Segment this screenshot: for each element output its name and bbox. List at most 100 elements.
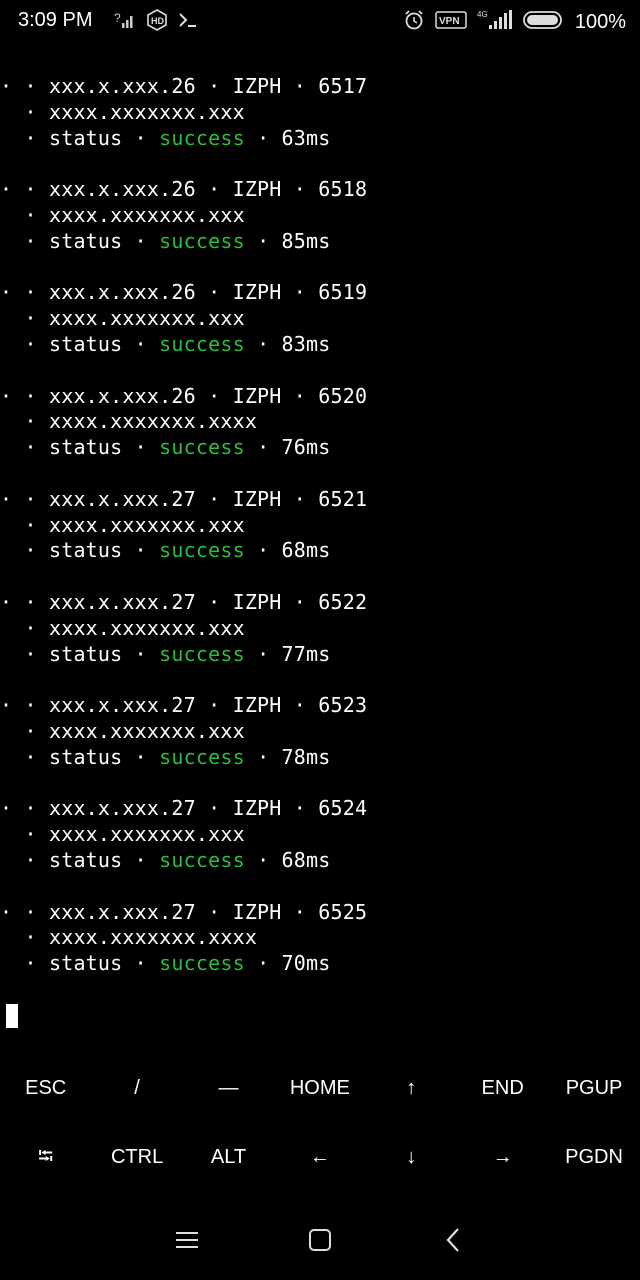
alarm-icon: [403, 9, 425, 36]
log-entry: · · xxx.x.xxx.27 · IZPH · 6521 · xxxx.xx…: [0, 487, 640, 590]
status-time: 3:09 PM: [18, 9, 93, 31]
terminal-cursor: [6, 1004, 18, 1028]
log-line-host: · · xxx.x.xxx.27 · IZPH · 6524: [0, 796, 368, 821]
terminal-output[interactable]: · · xxx.x.xxx.26 · IZPH · 6517 · xxxx.xx…: [0, 74, 640, 1003]
extra-key[interactable]: CTRL: [91, 1127, 182, 1187]
extra-key[interactable]: ⭾: [0, 1127, 91, 1187]
status-latency: · 78ms: [244, 744, 331, 769]
status-latency: · 83ms: [244, 331, 331, 356]
home-square-icon: [309, 1229, 331, 1251]
extra-key[interactable]: ←: [274, 1127, 365, 1187]
log-line-status: · status · success · 83ms: [0, 332, 640, 358]
log-entry: · · xxx.x.xxx.27 · IZPH · 6522 · xxxx.xx…: [0, 590, 640, 693]
status-value: success: [159, 228, 245, 253]
log-line-status: · status · success · 76ms: [0, 435, 640, 461]
svg-text:HD: HD: [151, 16, 164, 26]
extra-key[interactable]: END: [457, 1058, 548, 1118]
status-prefix: · status ·: [0, 331, 160, 356]
extra-keys-row-1: ESC / — HOME ↑ END PGUP: [0, 1058, 640, 1118]
extra-key[interactable]: PGDN: [548, 1127, 639, 1187]
navigation-bar: [0, 1200, 640, 1280]
vpn-icon: VPN: [435, 11, 467, 34]
log-line-status: · status · success · 78ms: [0, 745, 640, 771]
extra-key[interactable]: PGUP: [548, 1058, 639, 1118]
extra-key[interactable]: ESC: [0, 1058, 91, 1118]
log-line-domain: · xxxx.xxxxxxx.xxx: [0, 202, 245, 227]
status-prefix: · status ·: [0, 538, 160, 563]
battery-percent: 100%: [574, 11, 626, 33]
log-entry: · · xxx.x.xxx.27 · IZPH · 6523 · xxxx.xx…: [0, 693, 640, 796]
log-line-status: · status · success · 85ms: [0, 229, 640, 255]
log-line-host: · · xxx.x.xxx.26 · IZPH · 6520: [0, 383, 368, 408]
log-line-status: · status · success · 68ms: [0, 538, 640, 564]
log-line-status: · status · success · 77ms: [0, 642, 640, 668]
extra-key[interactable]: /: [91, 1058, 182, 1118]
status-value: success: [159, 435, 245, 460]
extra-key[interactable]: ↑: [366, 1058, 457, 1118]
log-line-status: · status · success · 68ms: [0, 848, 640, 874]
recent-apps-button[interactable]: [167, 1220, 207, 1260]
extra-key[interactable]: —: [183, 1058, 274, 1118]
log-line-domain: · xxxx.xxxxxxx.xxx: [0, 306, 245, 331]
extra-key[interactable]: ↓: [366, 1127, 457, 1187]
log-line-domain: · xxxx.xxxxxxx.xxxx: [0, 409, 258, 434]
hd-icon: HD: [146, 9, 168, 36]
extra-key[interactable]: →: [457, 1127, 548, 1187]
svg-text:4G: 4G: [477, 10, 488, 19]
status-value: success: [159, 538, 245, 563]
log-line-status: · status · success · 70ms: [0, 951, 640, 977]
status-prefix: · status ·: [0, 847, 160, 872]
home-button[interactable]: [300, 1220, 340, 1260]
svg-text:VPN: VPN: [439, 16, 460, 27]
status-value: success: [159, 847, 245, 872]
4g-signal-icon: 4G: [477, 9, 513, 36]
status-latency: · 85ms: [244, 228, 331, 253]
log-line-host: · · xxx.x.xxx.27 · IZPH · 6525: [0, 899, 368, 924]
status-prefix: · status ·: [0, 951, 160, 976]
log-line-host: · · xxx.x.xxx.27 · IZPH · 6521: [0, 486, 368, 511]
status-value: success: [159, 951, 245, 976]
status-prefix: · status ·: [0, 641, 160, 666]
terminal-prompt-icon: [178, 11, 198, 34]
log-line-host: · · xxx.x.xxx.26 · IZPH · 6518: [0, 177, 368, 202]
status-latency: · 68ms: [244, 538, 331, 563]
back-button[interactable]: [434, 1220, 474, 1260]
status-value: success: [159, 331, 245, 356]
status-value: success: [159, 125, 245, 150]
log-line-host: · · xxx.x.xxx.26 · IZPH · 6519: [0, 280, 368, 305]
extra-key[interactable]: HOME: [274, 1058, 365, 1118]
log-line-domain: · xxxx.xxxxxxx.xxx: [0, 615, 245, 640]
status-latency: · 63ms: [244, 125, 331, 150]
status-latency: · 76ms: [244, 435, 331, 460]
status-bar: 3:09 PM ? HD VPN 4G 100%: [0, 0, 640, 44]
status-latency: · 68ms: [244, 847, 331, 872]
status-right-icons: VPN 4G 100%: [403, 9, 626, 36]
status-prefix: · status ·: [0, 435, 160, 460]
status-latency: · 77ms: [244, 641, 331, 666]
status-prefix: · status ·: [0, 125, 160, 150]
log-entry: · · xxx.x.xxx.27 · IZPH · 6525 · xxxx.xx…: [0, 900, 640, 1003]
status-prefix: · status ·: [0, 228, 160, 253]
log-line-host: · · xxx.x.xxx.27 · IZPH · 6523: [0, 693, 368, 718]
status-prefix: · status ·: [0, 744, 160, 769]
log-line-domain: · xxxx.xxxxxxx.xxxx: [0, 925, 258, 950]
log-line-domain: · xxxx.xxxxxxx.xxx: [0, 822, 245, 847]
log-entry: · · xxx.x.xxx.26 · IZPH · 6520 · xxxx.xx…: [0, 384, 640, 487]
log-line-status: · status · success · 63ms: [0, 126, 640, 152]
back-icon: [446, 1228, 459, 1252]
status-latency: · 70ms: [244, 951, 331, 976]
status-value: success: [159, 744, 245, 769]
extra-keys-row-2: ⭾ CTRL ALT ← ↓ → PGDN: [0, 1127, 640, 1187]
log-entry: · · xxx.x.xxx.26 · IZPH · 6518 · xxxx.xx…: [0, 177, 640, 280]
extra-key[interactable]: ALT: [183, 1127, 274, 1187]
log-line-domain: · xxxx.xxxxxxx.xxx: [0, 512, 245, 537]
log-line-domain: · xxxx.xxxxxxx.xxx: [0, 99, 245, 124]
log-entry: · · xxx.x.xxx.26 · IZPH · 6519 · xxxx.xx…: [0, 280, 640, 383]
log-line-host: · · xxx.x.xxx.27 · IZPH · 6522: [0, 589, 368, 614]
menu-icon: [176, 1232, 198, 1248]
signal-question-icon: ?: [114, 10, 136, 35]
log-entry: · · xxx.x.xxx.27 · IZPH · 6524 · xxxx.xx…: [0, 796, 640, 899]
svg-text:?: ?: [114, 11, 121, 25]
battery-icon: [522, 10, 565, 35]
status-left-icons: ? HD: [114, 9, 198, 36]
